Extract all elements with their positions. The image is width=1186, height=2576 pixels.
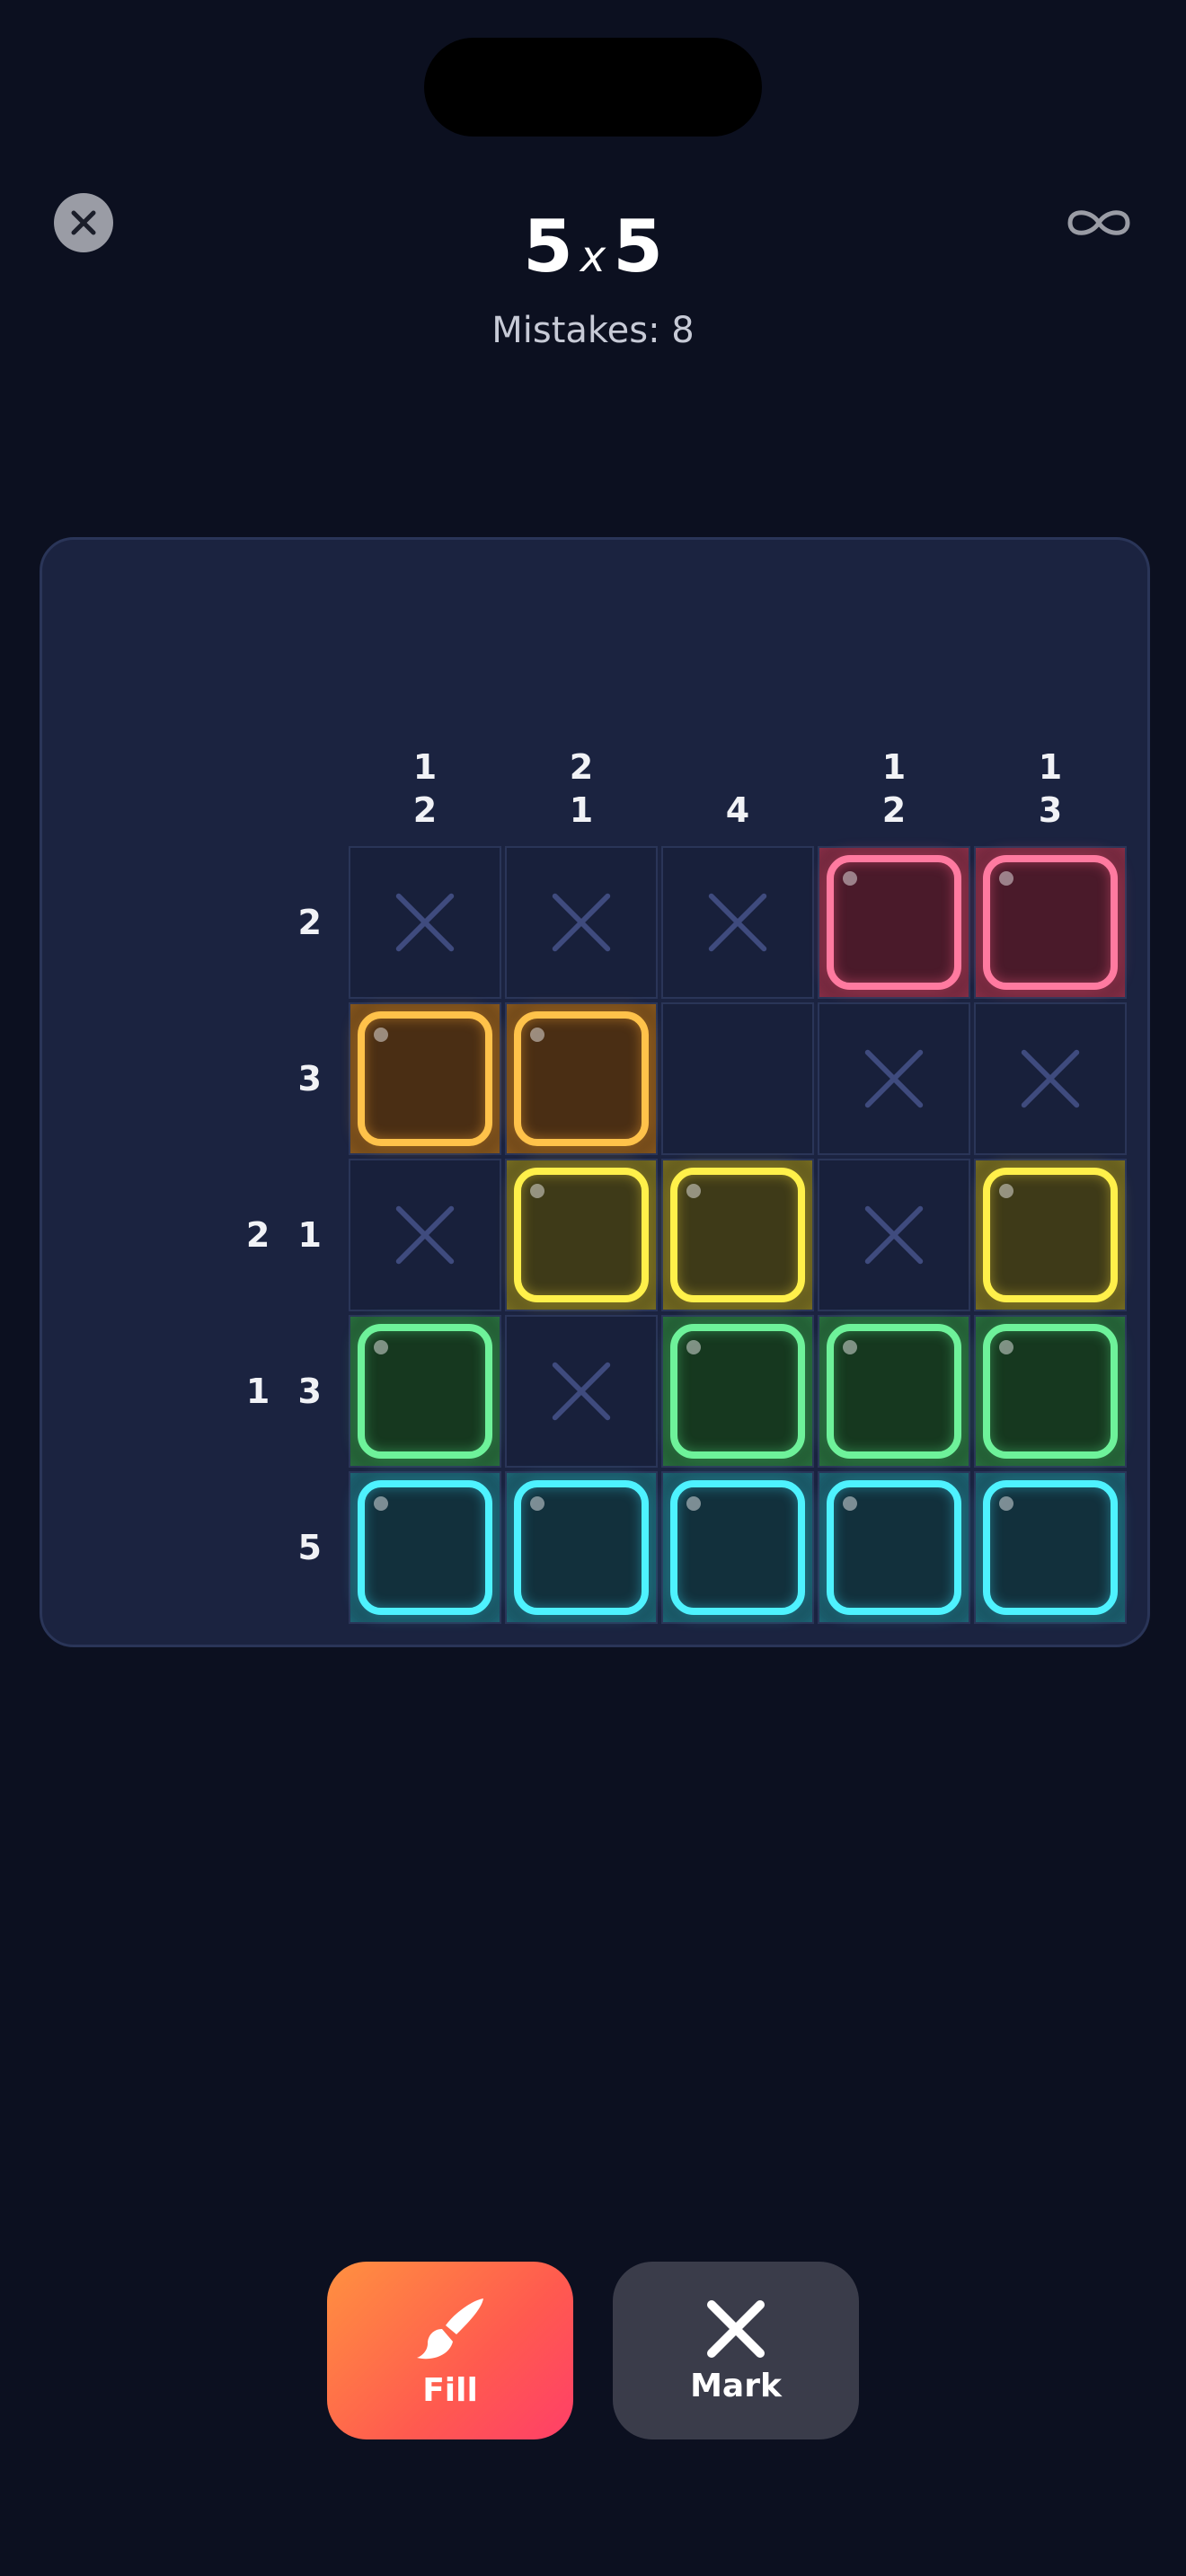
tile-highlight [843, 1496, 857, 1511]
column-clue-number: 1 [569, 790, 594, 830]
mark-label: Mark [690, 2367, 782, 2404]
row-clue-1: 2 [297, 903, 322, 942]
grid-cell[interactable] [349, 1002, 501, 1155]
mistakes-label: Mistakes: [491, 310, 660, 351]
column-clue-4: 12 [816, 745, 972, 832]
tile-highlight [530, 1028, 544, 1042]
cross-mark-icon [395, 893, 455, 952]
mistakes-counter: Mistakes: 8 [0, 305, 1186, 356]
column-clue-number: 3 [1038, 790, 1063, 830]
grid-cell[interactable] [974, 1002, 1127, 1155]
tile-highlight [999, 1496, 1013, 1511]
puzzle-size-title: 5x5 [0, 202, 1186, 302]
tile-highlight [530, 1184, 544, 1198]
title-times: x [580, 232, 606, 282]
grid-cell[interactable] [505, 1002, 658, 1155]
title-rows: 5 [523, 205, 573, 288]
x-icon [707, 2299, 765, 2358]
grid-cell[interactable] [661, 1315, 814, 1468]
cross-mark-icon [395, 1205, 455, 1265]
cross-mark-icon [552, 1362, 611, 1421]
tile-highlight [686, 1340, 701, 1354]
grid-cell[interactable] [818, 1002, 970, 1155]
column-clue-number: 2 [412, 790, 438, 830]
tile-highlight [843, 871, 857, 886]
cross-mark-icon [1021, 1049, 1080, 1108]
grid-cell[interactable] [349, 1471, 501, 1624]
filled-tile-green [358, 1324, 492, 1459]
grid-cell[interactable] [661, 1002, 814, 1155]
column-clue-number: 1 [1038, 747, 1063, 787]
column-clue-2: 21 [503, 745, 659, 832]
dynamic-island [424, 38, 762, 137]
filled-tile-pink [827, 855, 961, 990]
grid-cell[interactable] [349, 1315, 501, 1468]
grid-cell[interactable] [818, 1471, 970, 1624]
column-clue-number: 2 [569, 747, 594, 787]
grid-cell[interactable] [974, 1315, 1127, 1468]
tile-highlight [374, 1028, 388, 1042]
tile-highlight [374, 1340, 388, 1354]
grid-cell[interactable] [974, 846, 1127, 999]
tile-highlight [999, 1340, 1013, 1354]
row-clue-3: 2 1 [245, 1215, 322, 1255]
row-clue-5: 5 [297, 1528, 322, 1567]
column-clue-number: 1 [881, 747, 907, 787]
title-cols: 5 [613, 205, 663, 288]
tile-highlight [686, 1184, 701, 1198]
filled-tile-green [983, 1324, 1118, 1459]
filled-tile-cyan [358, 1480, 492, 1615]
filled-tile-orange [358, 1011, 492, 1146]
fill-label: Fill [422, 2371, 478, 2409]
grid-cell[interactable] [818, 846, 970, 999]
column-clue-number: 1 [412, 747, 438, 787]
grid-cell[interactable] [818, 1315, 970, 1468]
mark-button[interactable]: Mark [613, 2262, 859, 2439]
cross-mark-icon [708, 893, 767, 952]
grid-cell[interactable] [974, 1159, 1127, 1311]
filled-tile-orange [514, 1011, 649, 1146]
filled-tile-cyan [514, 1480, 649, 1615]
tile-highlight [843, 1340, 857, 1354]
grid-cell[interactable] [349, 1159, 501, 1311]
grid-cell[interactable] [505, 846, 658, 999]
column-clue-3: 4 [659, 789, 816, 832]
paintbrush-icon [417, 2298, 483, 2359]
filled-tile-yellow [670, 1168, 805, 1302]
tile-highlight [530, 1496, 544, 1511]
column-clue-number: 4 [725, 790, 750, 830]
filled-tile-yellow [514, 1168, 649, 1302]
fill-button[interactable]: Fill [327, 2262, 573, 2439]
filled-tile-cyan [983, 1480, 1118, 1615]
grid-cell[interactable] [661, 1471, 814, 1624]
filled-tile-cyan [827, 1480, 961, 1615]
grid-cell[interactable] [505, 1159, 658, 1311]
grid-cell[interactable] [974, 1471, 1127, 1624]
column-clue-number: 2 [881, 790, 907, 830]
grid-cell[interactable] [505, 1471, 658, 1624]
cross-mark-icon [864, 1049, 924, 1108]
filled-tile-green [670, 1324, 805, 1459]
filled-tile-cyan [670, 1480, 805, 1615]
tile-highlight [686, 1496, 701, 1511]
row-clue-4: 1 3 [245, 1372, 322, 1411]
row-clue-2: 3 [297, 1059, 322, 1098]
filled-tile-yellow [983, 1168, 1118, 1302]
grid-cell[interactable] [349, 846, 501, 999]
filled-tile-green [827, 1324, 961, 1459]
filled-tile-pink [983, 855, 1118, 990]
column-clue-5: 13 [972, 745, 1128, 832]
cross-mark-icon [864, 1205, 924, 1265]
tile-highlight [374, 1496, 388, 1511]
tile-highlight [999, 1184, 1013, 1198]
grid-cell[interactable] [661, 846, 814, 999]
grid-cell[interactable] [818, 1159, 970, 1311]
tile-highlight [999, 871, 1013, 886]
cross-mark-icon [552, 893, 611, 952]
grid-cell[interactable] [661, 1159, 814, 1311]
mistakes-value: 8 [671, 310, 695, 351]
grid-cell[interactable] [505, 1315, 658, 1468]
column-clue-1: 12 [347, 745, 503, 832]
